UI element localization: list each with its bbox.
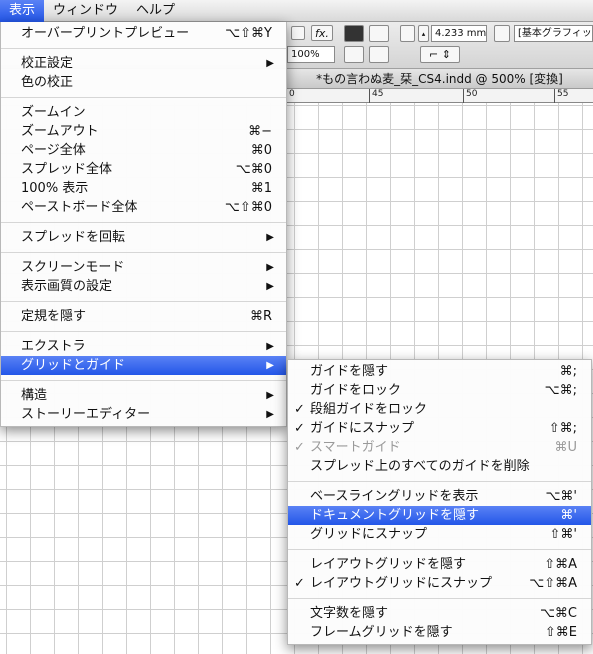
- frame-fit-icon[interactable]: [344, 46, 364, 63]
- menu-item-structure[interactable]: 構造 ▶: [1, 386, 286, 405]
- shortcut: ⌥⌘;: [544, 383, 577, 398]
- menu-bar: 表示 ウィンドウ ヘルプ: [0, 0, 593, 22]
- shortcut: ⌘U: [554, 440, 577, 455]
- document-title: *もの言わぬ麦_栞_CS4.indd @ 500% [変換]: [286, 69, 593, 89]
- shortcut: ⌥⇧⌘Y: [225, 26, 272, 41]
- shortcut: ⌘0: [250, 143, 272, 158]
- submenu-arrow-icon: ▶: [266, 232, 274, 243]
- menu-item-actual-size[interactable]: 100% 表示 ⌘1: [1, 179, 286, 198]
- separator: [1, 252, 286, 253]
- menu-item-zoom-in[interactable]: ズームイン: [1, 103, 286, 122]
- stepper-icon[interactable]: ▴: [418, 25, 429, 42]
- shortcut: ⇧⌘;: [548, 421, 577, 436]
- checkmark-icon: ✓: [294, 421, 305, 436]
- separator: [1, 301, 286, 302]
- menu-item-screen-mode[interactable]: スクリーンモード ▶: [1, 258, 286, 277]
- shortcut: ⇧⌘': [549, 527, 577, 542]
- submenu-arrow-icon: ▶: [266, 58, 274, 69]
- shortcut: ⌥⌘C: [539, 606, 577, 621]
- menu-item-hide-rulers[interactable]: 定規を隠す ⌘R: [1, 307, 286, 326]
- menu-item-snap-to-layout-grid[interactable]: ✓ レイアウトグリッドにスナップ ⌥⇧⌘A: [288, 574, 591, 593]
- menu-item-proof-colors[interactable]: 色の校正: [1, 73, 286, 92]
- submenu-arrow-icon: ▶: [266, 360, 274, 371]
- checkmark-icon: ✓: [294, 576, 305, 591]
- menu-item-fit-spread[interactable]: スプレッド全体 ⌥⌘0: [1, 160, 286, 179]
- menu-item-snap-to-guides[interactable]: ✓ ガイドにスナップ ⇧⌘;: [288, 419, 591, 438]
- ruler-label: 55: [554, 89, 568, 103]
- shortcut: ⌥⇧⌘0: [224, 200, 272, 215]
- menu-item-hide-document-grid[interactable]: ドキュメントグリッドを隠す ⌘': [288, 506, 591, 525]
- stroke-square-icon[interactable]: [291, 26, 305, 40]
- checkmark-icon: ✓: [294, 402, 305, 417]
- ruler-label: 0: [286, 89, 295, 103]
- measure-field[interactable]: 4.233 mm: [431, 25, 487, 42]
- shortcut: ⌘': [560, 508, 577, 523]
- menu-item-proof-setup[interactable]: 校正設定 ▶: [1, 54, 286, 73]
- menu-item-delete-all-guides[interactable]: スプレッド上のすべてのガイドを削除: [288, 457, 591, 476]
- shortcut: ⌥⌘': [545, 489, 577, 504]
- separator: [1, 222, 286, 223]
- menu-item-hide-character-count[interactable]: 文字数を隠す ⌥⌘C: [288, 604, 591, 623]
- object-style-field[interactable]: [基本グラフィック: [514, 25, 593, 42]
- menu-item-story-editor[interactable]: ストーリーエディター ▶: [1, 405, 286, 424]
- menu-item-zoom-out[interactable]: ズームアウト ⌘−: [1, 122, 286, 141]
- separator: [288, 481, 591, 482]
- fx-button[interactable]: fx.: [311, 25, 333, 41]
- ruler-label: 50: [463, 89, 477, 103]
- corner-option-dropdown[interactable]: ⌐ ⇕: [420, 46, 460, 63]
- text-wrap-icon[interactable]: [344, 25, 364, 42]
- separator: [1, 331, 286, 332]
- menu-item-lock-guides[interactable]: ガイドをロック ⌥⌘;: [288, 381, 591, 400]
- align-icon[interactable]: [369, 25, 389, 42]
- shortcut: ⇧⌘A: [544, 557, 577, 572]
- separator: [288, 549, 591, 550]
- menu-item-hide-guides[interactable]: ガイドを隠す ⌘;: [288, 362, 591, 381]
- object-style-icon[interactable]: [494, 25, 510, 42]
- submenu-arrow-icon: ▶: [266, 390, 274, 401]
- menu-item-snap-to-document-grid[interactable]: グリッドにスナップ ⇧⌘': [288, 525, 591, 544]
- menu-view[interactable]: 表示: [0, 0, 45, 22]
- shortcut: ⌥⌘0: [235, 162, 272, 177]
- submenu-arrow-icon: ▶: [266, 281, 274, 292]
- shortcut: ⌥⇧⌘A: [529, 576, 577, 591]
- align-bottom-icon[interactable]: [369, 46, 389, 63]
- grids-and-guides-submenu: ガイドを隠す ⌘; ガイドをロック ⌥⌘; ✓ 段組ガイドをロック ✓ ガイドにスナップ…: [287, 359, 592, 645]
- frame-size-icon[interactable]: [400, 25, 415, 42]
- submenu-arrow-icon: ▶: [266, 409, 274, 420]
- menu-item-fit-page[interactable]: ページ全体 ⌘0: [1, 141, 286, 160]
- menu-item-lock-column-guides[interactable]: ✓ 段組ガイドをロック: [288, 400, 591, 419]
- shortcut: ⌘1: [250, 181, 272, 196]
- menu-item-rotate-spread[interactable]: スプレッドを回転 ▶: [1, 228, 286, 247]
- horizontal-ruler[interactable]: 0 45 50 55: [286, 89, 593, 103]
- menu-item-grids-and-guides[interactable]: グリッドとガイド ▶: [1, 356, 286, 375]
- menu-window[interactable]: ウィンドウ: [44, 0, 127, 22]
- shortcut: ⌘;: [559, 364, 577, 379]
- menu-item-hide-frame-grid[interactable]: フレームグリッドを隠す ⇧⌘E: [288, 623, 591, 642]
- submenu-arrow-icon: ▶: [266, 341, 274, 352]
- menu-item-smart-guides: ✓ スマートガイド ⌘U: [294, 440, 577, 455]
- ruler-label: 45: [369, 89, 383, 103]
- separator: [1, 97, 286, 98]
- submenu-arrow-icon: ▶: [266, 262, 274, 273]
- shortcut: ⌘−: [248, 124, 272, 139]
- menu-help[interactable]: ヘルプ: [127, 0, 184, 22]
- checkmark-icon: ✓: [294, 440, 305, 455]
- shortcut: ⇧⌘E: [544, 625, 577, 640]
- shortcut: ⌘R: [249, 309, 272, 324]
- menu-item-entire-pasteboard[interactable]: ペーストボード全体 ⌥⇧⌘0: [1, 198, 286, 217]
- separator: [1, 380, 286, 381]
- menu-item-extras[interactable]: エクストラ ▶: [1, 337, 286, 356]
- zoom-field[interactable]: 100%: [287, 46, 335, 63]
- view-menu: オーバープリントプレビュー ⌥⇧⌘Y 校正設定 ▶ 色の校正 ズームイン ズームアウ…: [0, 22, 287, 427]
- menu-item-hide-layout-grid[interactable]: レイアウトグリッドを隠す ⇧⌘A: [288, 555, 591, 574]
- separator: [1, 48, 286, 49]
- separator: [288, 598, 591, 599]
- menu-item-display-performance[interactable]: 表示画質の設定 ▶: [1, 277, 286, 296]
- menu-item-show-baseline-grid[interactable]: ベースライングリッドを表示 ⌥⌘': [288, 487, 591, 506]
- menu-item-overprint-preview[interactable]: オーバープリントプレビュー ⌥⇧⌘Y: [1, 24, 286, 43]
